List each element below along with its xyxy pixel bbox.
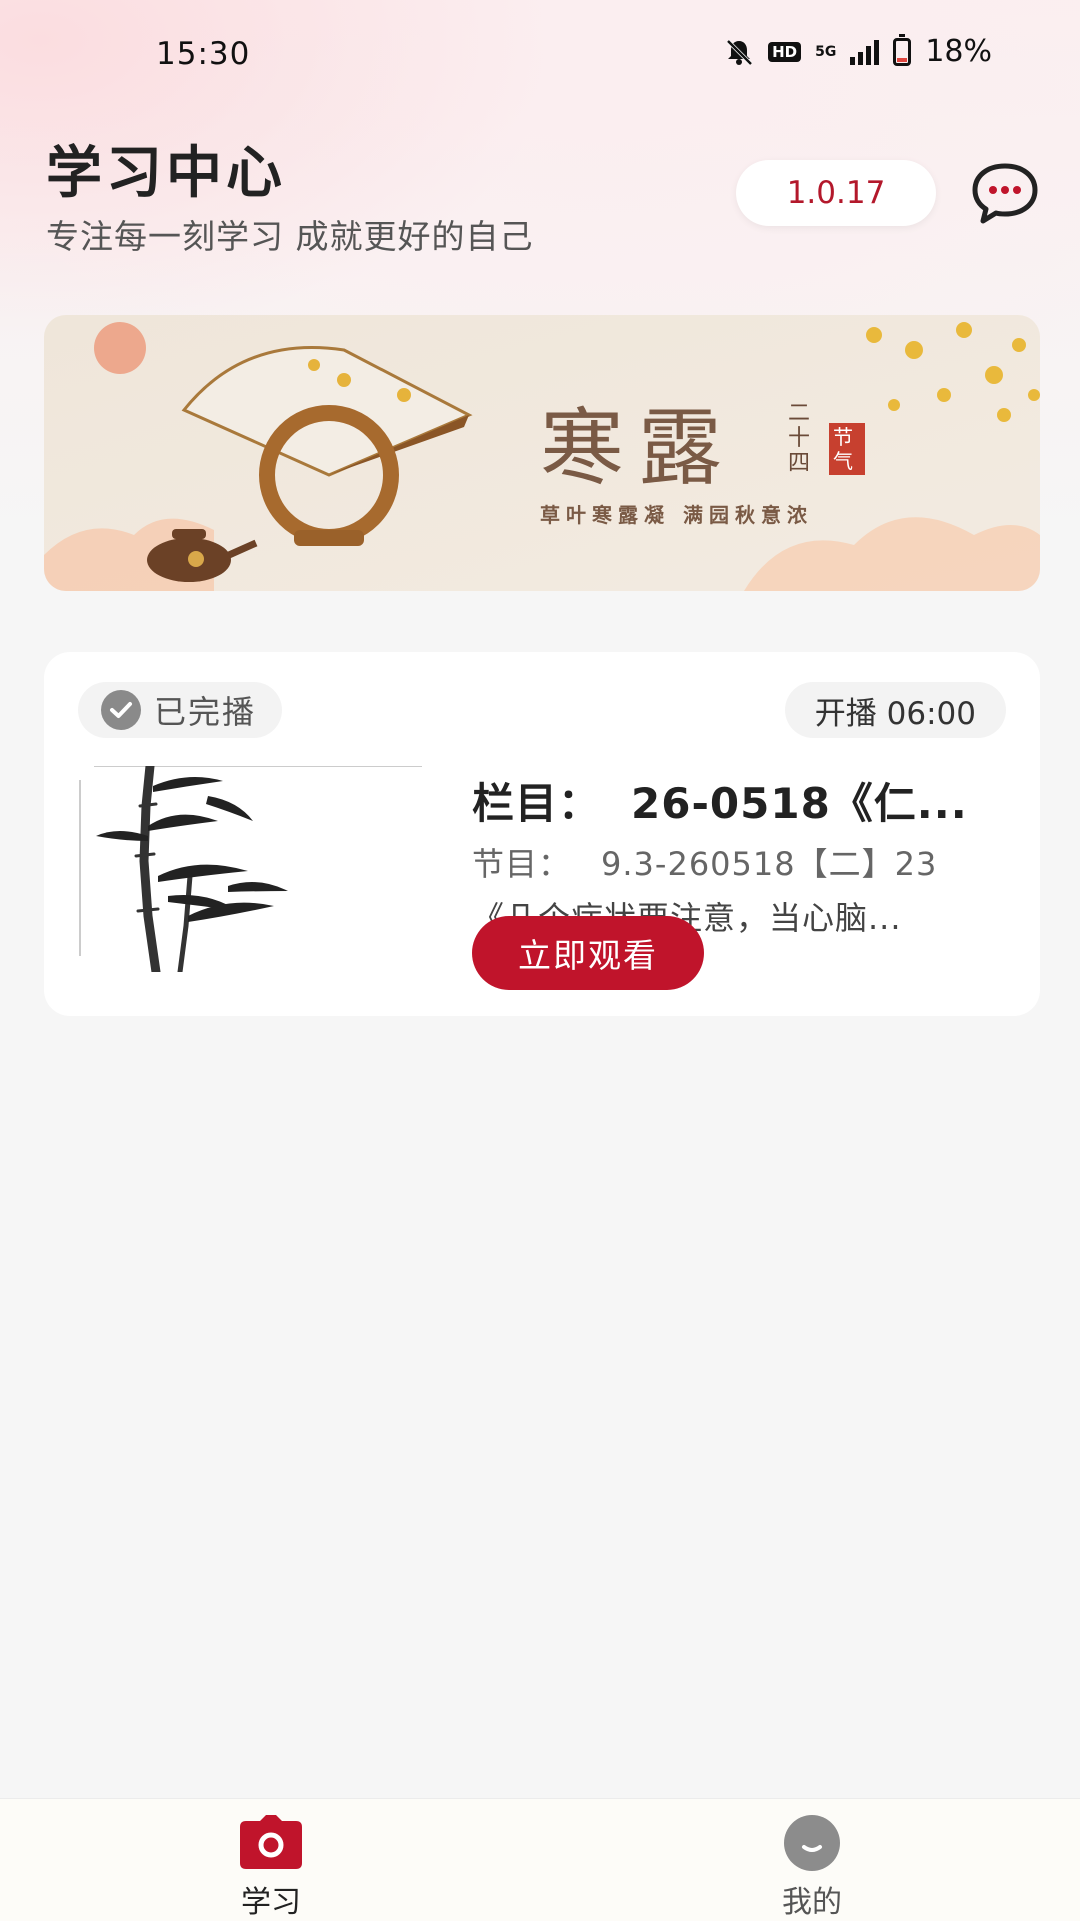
check-circle-icon	[101, 690, 141, 730]
solar-term-banner[interactable]: 寒露 二十四 节气 草叶寒露凝 满园秋意浓	[44, 315, 1040, 591]
column-value: 26-0518《仁...	[631, 779, 968, 828]
sun-shape	[94, 322, 146, 374]
program-row: 节目： 9.3-260518【二】23	[472, 839, 992, 885]
page-subtitle: 专注每一刻学习 成就更好的自己	[46, 217, 534, 256]
status-text: 已完播	[154, 693, 257, 731]
profile-smile-icon	[784, 1815, 840, 1871]
page-title: 学习中心	[46, 141, 286, 206]
nav-label-study: 学习	[241, 1885, 301, 1920]
program-card[interactable]: 已完播 开播 06:00 栏目： 26-0518《仁... 节目： 9.3-26…	[44, 652, 1040, 1016]
banner-title: 寒露	[540, 399, 737, 497]
status-bar: 15:30 HD 5G 18%	[0, 0, 1080, 110]
nav-label-profile: 我的	[782, 1885, 842, 1920]
watch-now-button[interactable]: 立即观看	[472, 916, 704, 990]
muted-bell-icon	[726, 39, 753, 65]
program-info: 栏目： 26-0518《仁... 节目： 9.3-260518【二】23 《几个症状…	[472, 770, 992, 939]
chat-bubble-icon[interactable]	[970, 162, 1040, 226]
column-label: 栏目：	[472, 779, 602, 828]
signal-icon	[850, 39, 880, 65]
status-time: 15:30	[156, 36, 251, 72]
banner-seal-text: 节气	[833, 425, 853, 473]
program-label: 节目：	[472, 845, 572, 883]
hd-badge: HD	[768, 41, 802, 62]
status-icons: HD 5G 18%	[724, 33, 992, 69]
banner-tagline: 草叶寒露凝 满园秋意浓	[540, 503, 813, 527]
network-type: 5G	[815, 43, 837, 60]
bottom-nav: 学习 我的	[0, 1798, 1080, 1921]
study-camera-icon	[240, 1815, 302, 1869]
battery-percent: 18%	[925, 34, 992, 69]
nav-item-profile[interactable]: 我的	[742, 1813, 882, 1921]
battery-icon	[893, 33, 912, 66]
status-badge: 已完播	[78, 682, 283, 738]
program-value: 9.3-260518【二】23	[601, 845, 938, 883]
version-badge[interactable]: 1.0.17	[736, 160, 936, 226]
start-time-badge: 开播 06:00	[784, 682, 1006, 738]
column-row: 栏目： 26-0518《仁...	[472, 770, 992, 831]
bamboo-thumbnail[interactable]	[78, 766, 422, 972]
nav-item-study[interactable]: 学习	[201, 1813, 341, 1921]
banner-side-text: 二十四	[788, 401, 811, 476]
